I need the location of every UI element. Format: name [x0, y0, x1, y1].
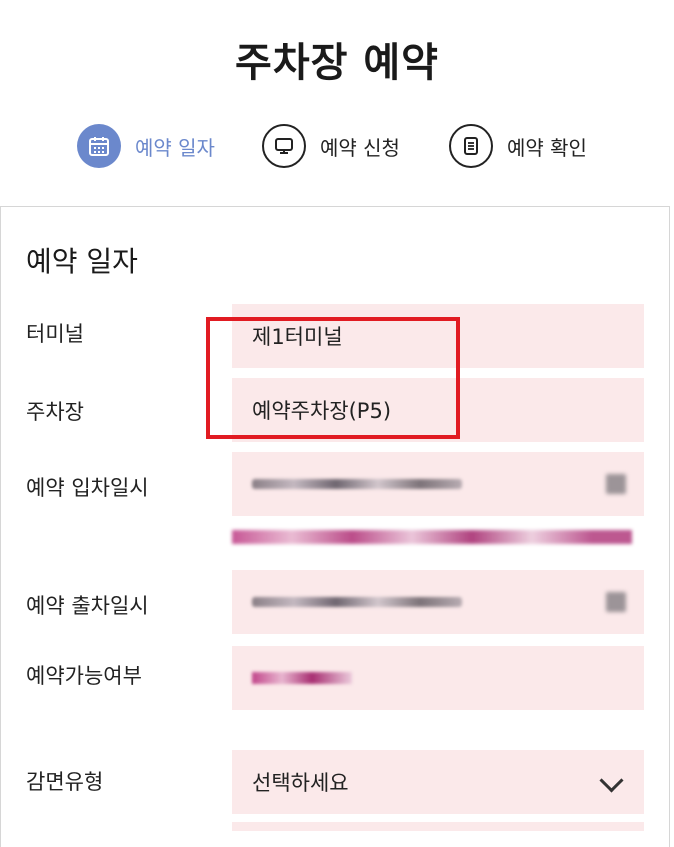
exit-datetime-field[interactable]: [232, 570, 644, 634]
redacted-value: [252, 672, 352, 684]
parking-label: 주차장: [26, 400, 84, 424]
availability-field: [232, 646, 644, 710]
terminal-label: 터미널: [26, 322, 84, 346]
parking-value: 예약주차장(P5): [252, 399, 392, 423]
exit-datetime-label: 예약 출차일시: [26, 594, 149, 618]
terminal-value: 제1터미널: [252, 325, 343, 349]
availability-label: 예약가능여부: [26, 664, 142, 688]
step-label: 예약 확인: [507, 135, 587, 160]
clock-icon[interactable]: [606, 592, 626, 612]
document-icon: [449, 124, 493, 168]
terminal-field[interactable]: 제1터미널: [232, 304, 644, 368]
step-label: 예약 일자: [135, 135, 215, 160]
parking-field[interactable]: 예약주차장(P5): [232, 378, 644, 442]
redacted-notice: [232, 530, 632, 544]
calendar-icon: [77, 124, 121, 168]
discount-type-value: 선택하세요: [252, 771, 349, 795]
monitor-icon: [262, 124, 306, 168]
step-reservation-apply[interactable]: 예약 신청: [262, 122, 400, 170]
reservation-steps: 예약 일자 예약 신청 예약 확인: [0, 122, 674, 170]
entry-datetime-field[interactable]: [232, 452, 644, 516]
discount-type-label: 감면유형: [26, 770, 104, 794]
discount-type-select[interactable]: 선택하세요: [232, 750, 644, 814]
chevron-down-icon: [599, 768, 624, 793]
redacted-value: [252, 479, 462, 489]
entry-datetime-label: 예약 입차일시: [26, 476, 149, 500]
step-reservation-date[interactable]: 예약 일자: [77, 122, 215, 170]
section-title: 예약 일자: [26, 245, 138, 278]
step-reservation-confirm[interactable]: 예약 확인: [449, 122, 587, 170]
page-title: 주차장 예약: [235, 40, 439, 86]
redacted-value: [252, 597, 462, 607]
next-field: [232, 822, 644, 831]
calendar-icon[interactable]: [606, 474, 626, 494]
step-label: 예약 신청: [320, 135, 400, 160]
